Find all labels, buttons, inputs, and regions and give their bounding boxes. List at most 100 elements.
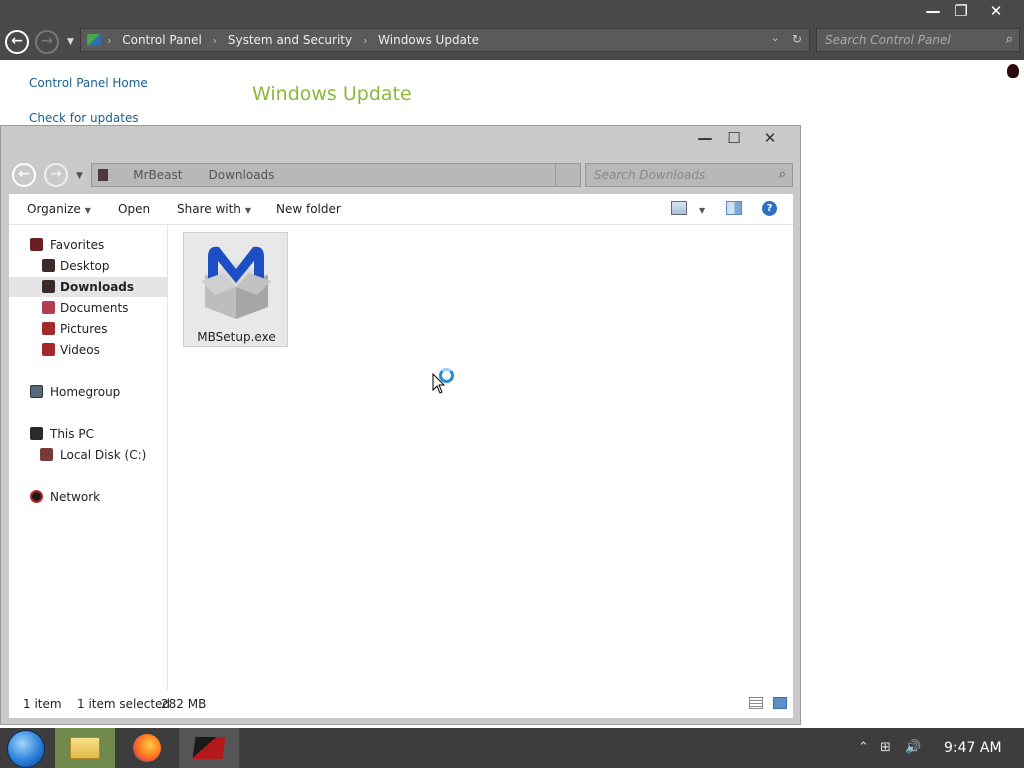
- check-for-updates-link[interactable]: Check for updates: [29, 111, 139, 125]
- volume-icon[interactable]: 🔊: [905, 740, 921, 755]
- nav-local-disk[interactable]: Local Disk (C:): [9, 445, 167, 465]
- control-panel-titlebar: — ❐ ✕: [0, 0, 1024, 24]
- nav-downloads-label: Downloads: [60, 280, 135, 294]
- change-view-icon[interactable]: [671, 201, 687, 215]
- chevron-down-icon: ▼: [699, 206, 706, 215]
- nav-desktop[interactable]: Desktop: [9, 256, 167, 276]
- search-placeholder: Search Downloads: [594, 168, 706, 182]
- nav-videos-label: Videos: [60, 343, 100, 357]
- share-with-button[interactable]: Share with ▼: [177, 202, 251, 216]
- nav-pictures-label: Pictures: [60, 322, 108, 336]
- nav-videos[interactable]: Videos: [9, 340, 167, 360]
- network-icon: [30, 490, 43, 503]
- breadcrumb-windows-update[interactable]: Windows Update: [378, 33, 479, 47]
- breadcrumb-user[interactable]: MrBeast: [133, 168, 182, 182]
- computer-icon: [30, 427, 43, 440]
- explorer-titlebar[interactable]: — ☐ ✕: [1, 126, 800, 154]
- firefox-icon: [133, 734, 161, 762]
- nav-pictures[interactable]: Pictures: [9, 319, 167, 339]
- address-divider: [555, 164, 556, 186]
- game-icon: [192, 737, 226, 759]
- breadcrumb-downloads[interactable]: Downloads: [209, 168, 275, 182]
- breadcrumb-separator[interactable]: ›: [193, 169, 197, 182]
- search-placeholder: Search Control Panel: [825, 33, 951, 47]
- nav-homegroup[interactable]: Homegroup: [9, 382, 167, 402]
- taskbar-game[interactable]: [179, 728, 239, 768]
- recent-locations-dropdown[interactable]: ▼: [67, 37, 74, 47]
- organize-label: Organize: [27, 202, 81, 216]
- details-view-icon[interactable]: [749, 697, 763, 709]
- busy-spinner-icon: [439, 368, 454, 383]
- address-bar[interactable]: › MrBeast › Downloads: [91, 163, 581, 187]
- preview-pane-icon[interactable]: [726, 201, 742, 215]
- nav-documents[interactable]: Documents: [9, 298, 167, 318]
- command-bar: Organize ▼ Open Share with ▼ New folder ▼ …: [9, 194, 793, 225]
- close-button[interactable]: ✕: [755, 127, 785, 149]
- forward-button[interactable]: →: [35, 30, 59, 54]
- forward-button[interactable]: →: [44, 163, 68, 187]
- nav-homegroup-label: Homegroup: [50, 385, 121, 399]
- address-bar[interactable]: › Control Panel › System and Security › …: [80, 28, 810, 52]
- start-button[interactable]: [7, 730, 45, 768]
- minimize-button[interactable]: —: [690, 127, 720, 149]
- show-hidden-icons-icon[interactable]: ⌃: [858, 740, 869, 755]
- breadcrumb-separator[interactable]: ›: [118, 169, 122, 182]
- disk-icon: [40, 448, 53, 461]
- view-options-dropdown[interactable]: ▼: [695, 202, 705, 216]
- file-item-mbsetup[interactable]: MBSetup.exe: [183, 232, 288, 347]
- new-folder-button[interactable]: New folder: [276, 202, 341, 216]
- help-icon[interactable]: ?: [762, 201, 777, 216]
- search-control-panel-input[interactable]: Search Control Panel ⌕: [816, 28, 1020, 52]
- nav-network[interactable]: Network: [9, 487, 167, 507]
- control-panel-toolbar: ← → ▼ › Control Panel › System and Secur…: [0, 24, 1024, 60]
- desktop-icon: [42, 259, 55, 272]
- network-icon[interactable]: ⊞: [880, 740, 891, 755]
- breadcrumb-separator[interactable]: ›: [213, 34, 217, 47]
- breadcrumb-separator[interactable]: ›: [107, 34, 111, 47]
- share-with-label: Share with: [177, 202, 241, 216]
- navigation-pane: Favorites Desktop Downloads Documents Pi…: [9, 225, 168, 690]
- search-icon[interactable]: ⌕: [779, 167, 786, 182]
- clock[interactable]: 9:47 AM: [944, 740, 1002, 756]
- file-list[interactable]: MBSetup.exe: [169, 225, 793, 690]
- close-button[interactable]: ✕: [981, 0, 1011, 22]
- breadcrumb-control-panel[interactable]: Control Panel: [122, 33, 202, 47]
- nav-favorites-label: Favorites: [50, 238, 105, 252]
- taskbar-firefox[interactable]: [117, 728, 177, 768]
- large-icons-view-icon[interactable]: [773, 697, 787, 709]
- nav-local-disk-label: Local Disk (C:): [60, 448, 147, 462]
- user-folder-icon: [98, 169, 108, 181]
- search-icon[interactable]: ⌕: [1006, 32, 1013, 47]
- status-bar: 1 item 1 item selected 282 MB: [9, 690, 793, 718]
- address-dropdown-icon[interactable]: ⌄: [771, 33, 779, 44]
- organize-button[interactable]: Organize ▼: [27, 202, 91, 216]
- pictures-icon: [42, 322, 55, 335]
- control-panel-icon: [87, 34, 101, 46]
- control-panel-home-link[interactable]: Control Panel Home: [29, 76, 148, 90]
- breadcrumb-separator[interactable]: ›: [363, 34, 367, 47]
- selection-size: 282 MB: [161, 697, 207, 711]
- nav-favorites[interactable]: Favorites: [9, 235, 167, 255]
- nav-downloads[interactable]: Downloads: [9, 277, 167, 297]
- nav-network-label: Network: [50, 490, 101, 504]
- restore-button[interactable]: ❐: [946, 0, 976, 22]
- chevron-down-icon: ▼: [244, 206, 252, 215]
- videos-icon: [42, 343, 55, 356]
- back-button[interactable]: ←: [12, 163, 36, 187]
- open-button[interactable]: Open: [118, 202, 150, 216]
- nav-this-pc[interactable]: This PC: [9, 424, 167, 444]
- avatar[interactable]: [1007, 64, 1019, 78]
- nav-documents-label: Documents: [60, 301, 129, 315]
- maximize-button[interactable]: ☐: [719, 127, 749, 149]
- breadcrumb-system-security[interactable]: System and Security: [228, 33, 352, 47]
- back-button[interactable]: ←: [5, 30, 29, 54]
- installer-icon: [201, 246, 271, 319]
- nav-desktop-label: Desktop: [60, 259, 110, 273]
- minimize-button[interactable]: —: [918, 0, 948, 22]
- refresh-icon[interactable]: ↻: [792, 32, 802, 46]
- search-downloads-input[interactable]: Search Downloads ⌕: [585, 163, 793, 187]
- selection-status: 1 item selected: [77, 697, 171, 711]
- taskbar-file-explorer[interactable]: [55, 728, 115, 768]
- documents-icon: [42, 301, 55, 314]
- recent-locations-dropdown[interactable]: ▼: [76, 171, 83, 181]
